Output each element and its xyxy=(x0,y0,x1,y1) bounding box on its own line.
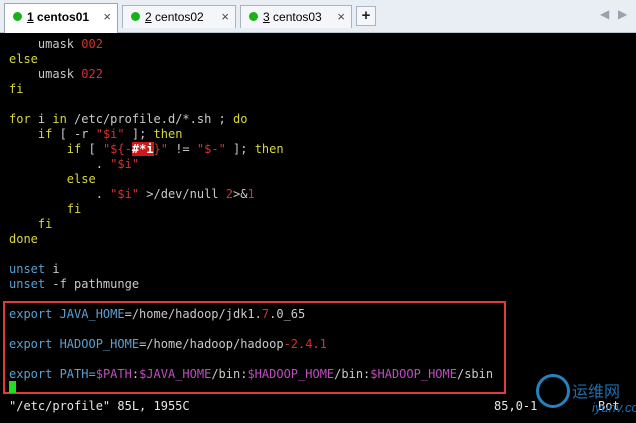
code-line: unset -f pathmunge xyxy=(9,277,140,291)
code-line: umask 022 xyxy=(9,67,103,81)
add-tab-button[interactable]: + xyxy=(356,6,376,26)
tab-centos03[interactable]: 3 centos03 × xyxy=(240,5,352,28)
code-line: if [ "${-#*i}" != "$-" ]; then xyxy=(66,142,284,156)
close-tab-icon[interactable]: × xyxy=(221,9,229,24)
code-line: if [ -r "$i" ]; then xyxy=(37,127,183,141)
close-tab-icon[interactable]: × xyxy=(103,9,111,24)
tab-centos02[interactable]: 2 centos02 × xyxy=(122,5,236,28)
code-line: fi xyxy=(9,82,24,96)
code-line: else xyxy=(9,52,38,66)
file-info: "/etc/profile" 85L, 1955C xyxy=(9,399,190,413)
scroll-tabs-left-icon[interactable]: ◀ xyxy=(600,7,609,21)
tab-centos01[interactable]: 1 centos01 × xyxy=(4,3,118,33)
text-cursor xyxy=(9,381,16,393)
code-line: else xyxy=(66,172,96,186)
code-line: fi xyxy=(66,202,82,216)
code-line: unset i xyxy=(9,262,60,276)
connected-status-icon xyxy=(13,12,22,21)
code-line: . "$i" xyxy=(9,157,140,171)
vim-status-line: "/etc/profile" 85L, 1955C 85,0-1 Bot xyxy=(0,399,636,423)
connected-status-icon xyxy=(249,12,258,21)
close-tab-icon[interactable]: × xyxy=(337,9,345,24)
scroll-tabs-right-icon[interactable]: ▶ xyxy=(618,7,627,21)
connected-status-icon xyxy=(131,12,140,21)
code-line: done xyxy=(9,232,38,246)
code-line: umask 002 xyxy=(9,37,103,51)
code-line: for i in /etc/profile.d/*.sh ; do xyxy=(9,112,248,126)
highlight-annotation-box xyxy=(3,301,506,394)
tab-label: 3 centos03 xyxy=(263,10,322,24)
cursor-position: 85,0-1 xyxy=(494,399,538,413)
code-line: fi xyxy=(37,217,53,231)
scroll-indicator: Bot xyxy=(598,399,620,413)
tab-label: 2 centos02 xyxy=(145,10,204,24)
code-line: . "$i" >/dev/null 2>&1 xyxy=(9,187,255,201)
tab-bar: 1 centos01 × 2 centos02 × 3 centos03 × +… xyxy=(0,0,636,33)
tab-label: 1 centos01 xyxy=(27,10,90,24)
